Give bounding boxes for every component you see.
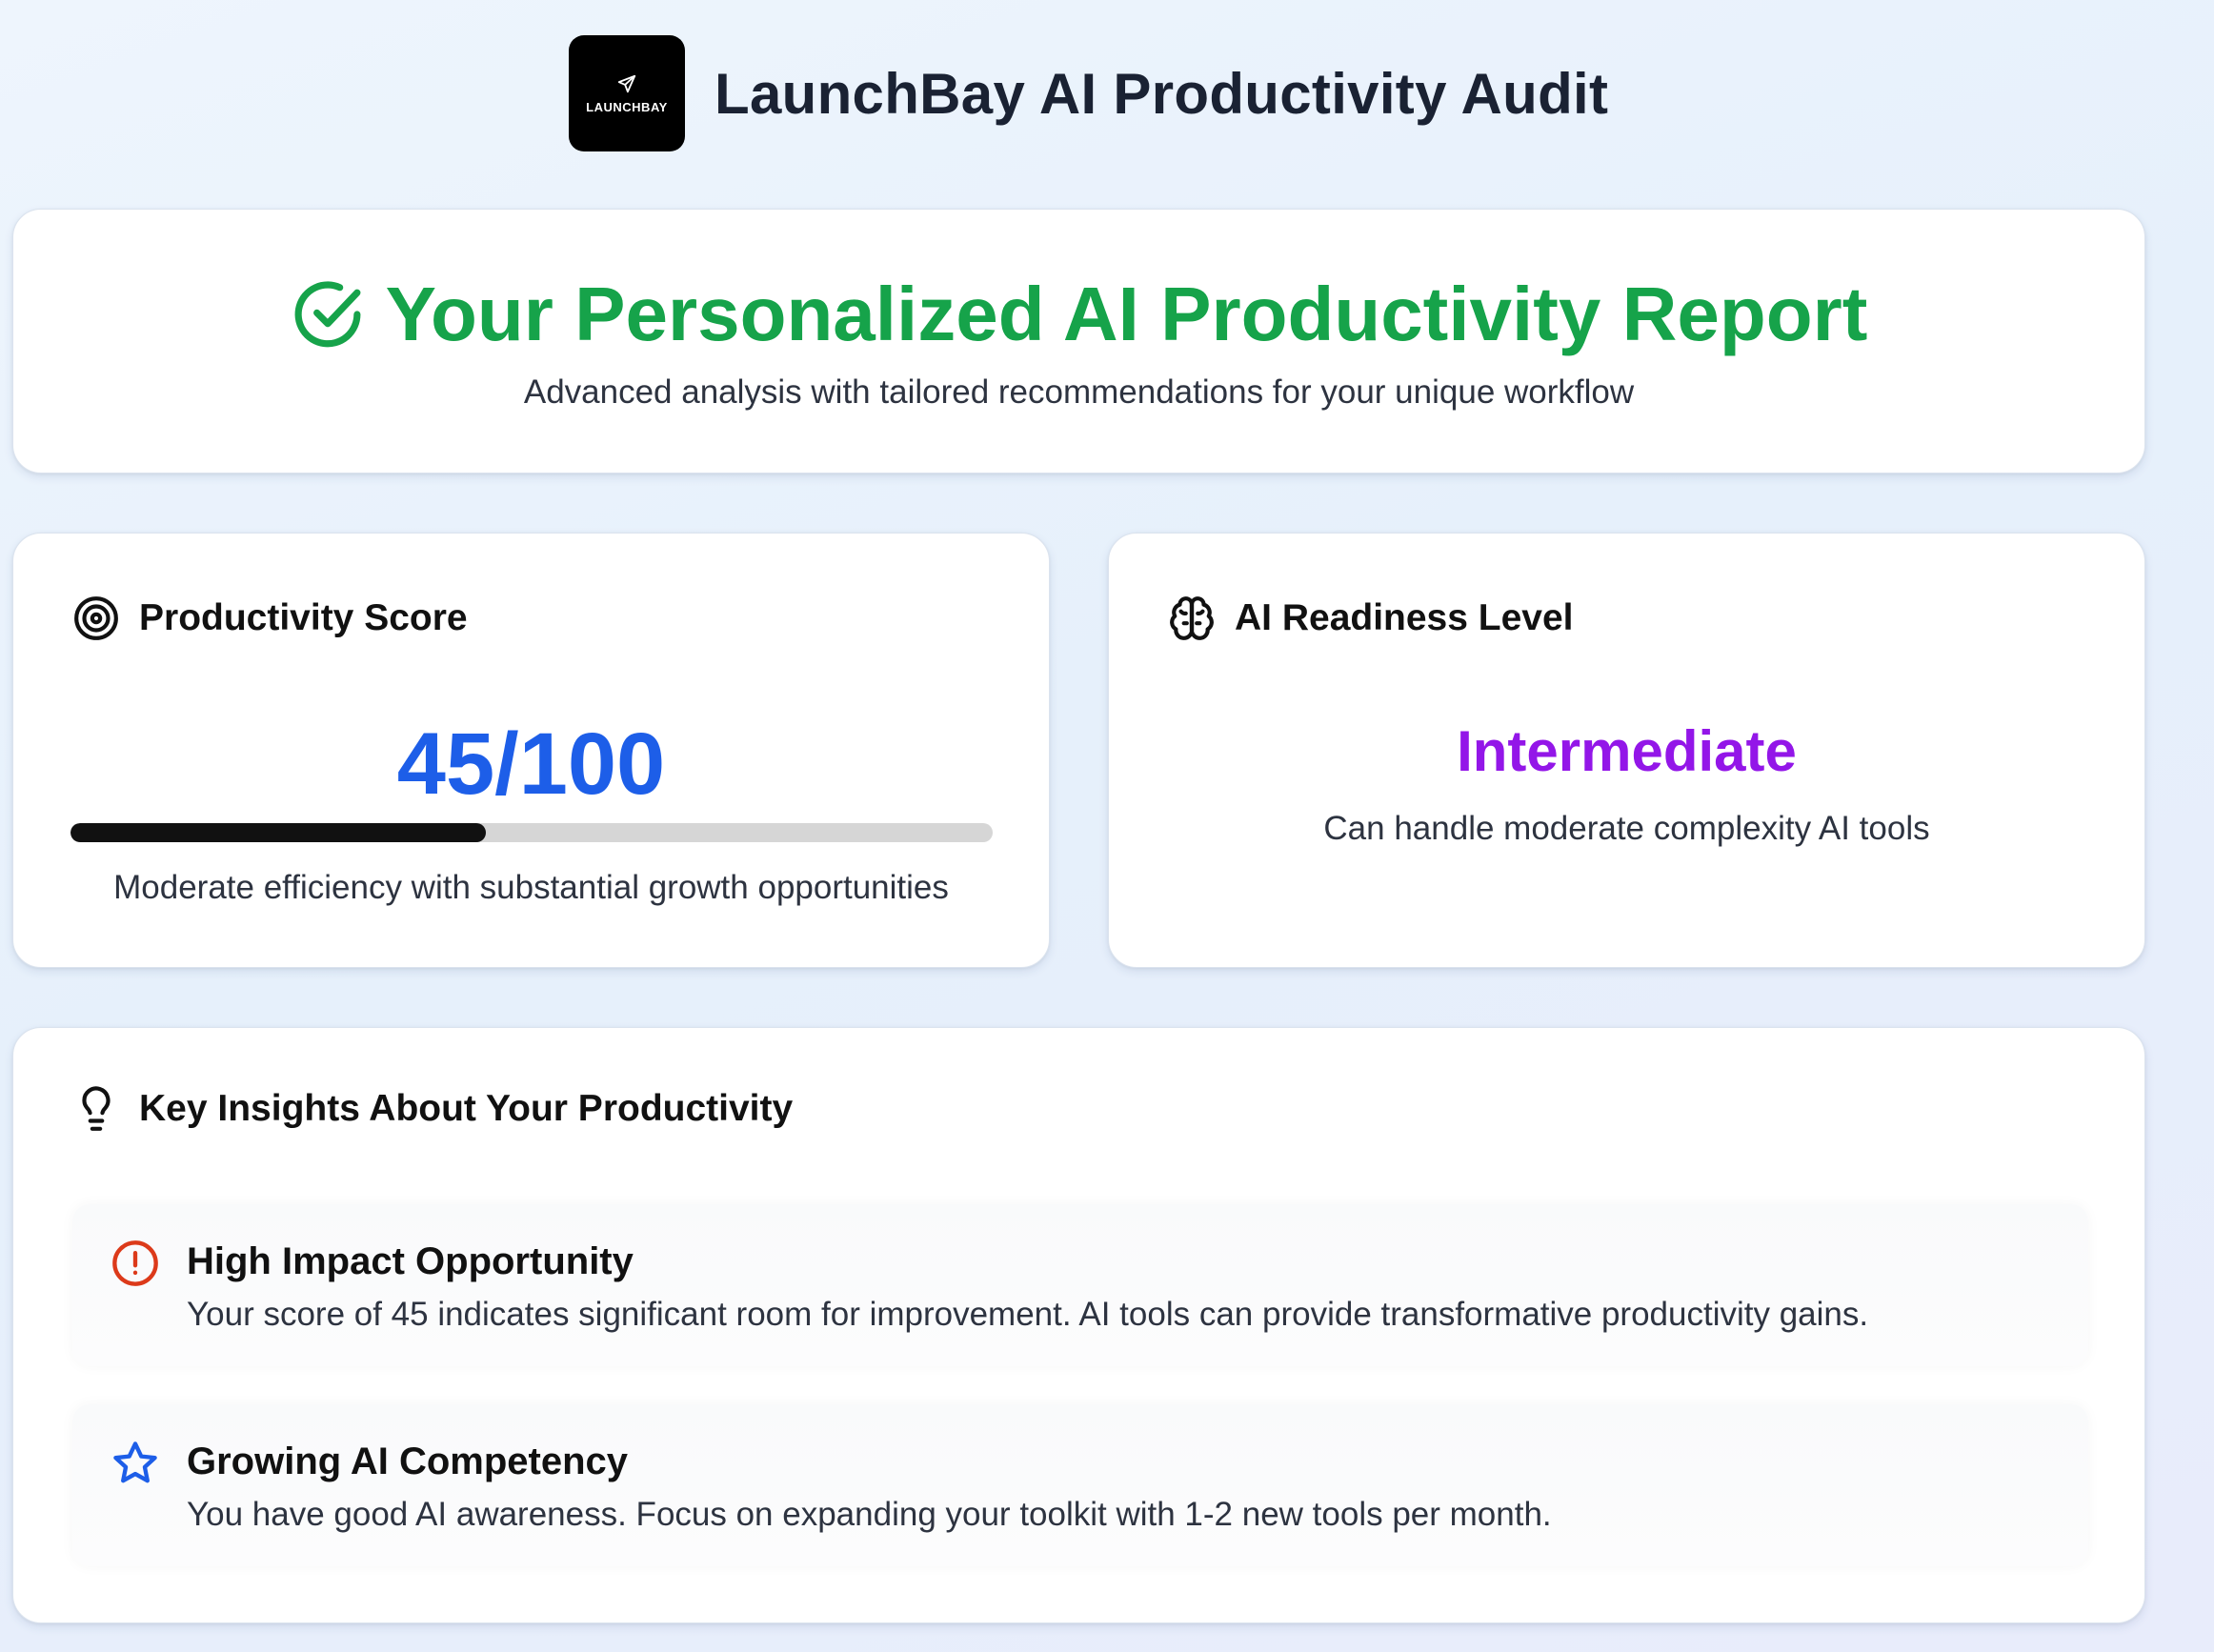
key-insights-heading: Key Insights About Your Productivity: [72, 1085, 793, 1133]
key-insights-label: Key Insights About Your Productivity: [139, 1088, 794, 1129]
logo-text: LAUNCHBAY: [586, 99, 668, 114]
paper-plane-icon: [617, 74, 636, 92]
ai-readiness-card: AI Readiness Level Intermediate Can hand…: [1108, 533, 2145, 968]
readiness-level: Intermediate: [1457, 719, 1797, 783]
report-title: Your Personalized AI Productivity Report: [385, 272, 1868, 356]
launchbay-logo[interactable]: LAUNCHBAY: [569, 35, 685, 151]
ai-readiness-heading: AI Readiness Level: [1168, 594, 1574, 642]
insight-title: High Impact Opportunity: [187, 1240, 634, 1282]
insight-item: High Impact Opportunity Your score of 45…: [72, 1204, 2088, 1366]
report-title-row: Your Personalized AI Productivity Report: [13, 271, 2144, 358]
score-description: Moderate efficiency with substantial gro…: [113, 869, 949, 906]
readiness-description: Can handle moderate complexity AI tools: [1323, 810, 1930, 847]
report-header-card: Your Personalized AI Productivity Report…: [12, 209, 2145, 473]
productivity-score-label: Productivity Score: [139, 597, 468, 638]
key-insights-card: Key Insights About Your Productivity Hig…: [12, 1027, 2145, 1623]
star-icon: [113, 1441, 157, 1483]
insight-text: Your score of 45 indicates significant r…: [187, 1296, 1869, 1333]
insight-title: Growing AI Competency: [187, 1440, 629, 1482]
insight-item: Growing AI Competency You have good AI a…: [72, 1404, 2088, 1566]
ai-readiness-label: AI Readiness Level: [1235, 597, 1574, 638]
score-value: 45/100: [396, 715, 666, 813]
insight-text: You have good AI awareness. Focus on exp…: [187, 1496, 1552, 1533]
score-progress-fill: [70, 823, 486, 842]
alert-circle-icon: [112, 1240, 158, 1286]
page-header: LAUNCHBAY LaunchBay AI Productivity Audi…: [0, 0, 2214, 191]
report-subtitle: Advanced analysis with tailored recommen…: [523, 373, 1635, 411]
brain-icon: [1170, 596, 1214, 640]
app-title: LaunchBay AI Productivity Audit: [715, 62, 1609, 126]
target-icon: [74, 596, 118, 640]
check-circle-icon: [294, 281, 361, 348]
lightbulb-icon: [82, 1086, 111, 1131]
productivity-score-card: Productivity Score 45/100 Moderate effic…: [12, 533, 1050, 968]
productivity-score-heading: Productivity Score: [72, 594, 468, 642]
score-progress-bar: [70, 823, 993, 842]
